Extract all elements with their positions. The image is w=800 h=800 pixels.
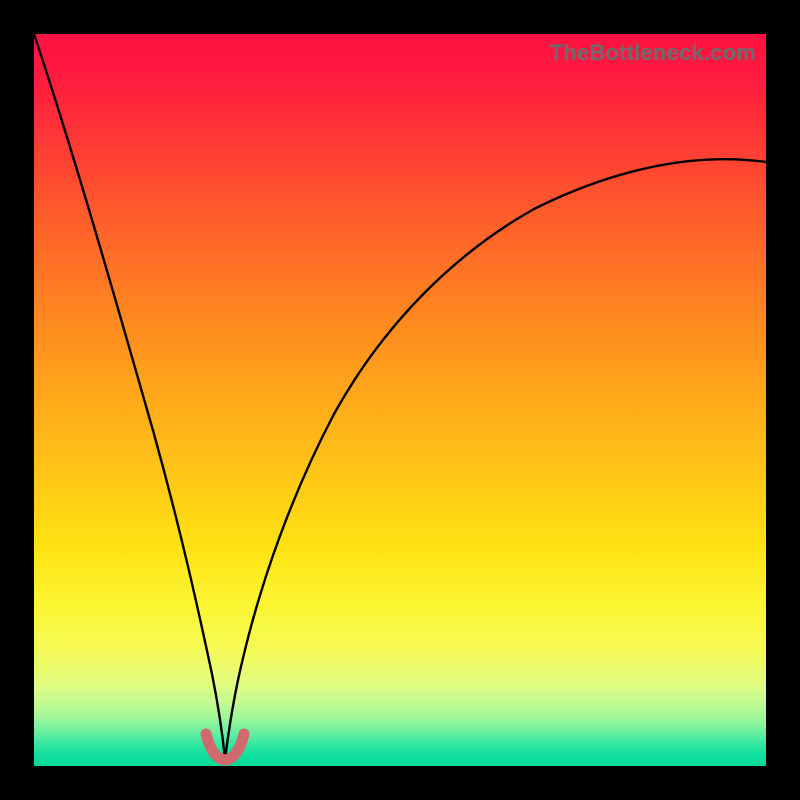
plot-area: TheBottleneck.com bbox=[34, 34, 766, 766]
valley-marker bbox=[206, 734, 244, 760]
outer-frame: TheBottleneck.com bbox=[0, 0, 800, 800]
bottleneck-curve-left bbox=[34, 34, 225, 759]
bottleneck-curve-right bbox=[225, 159, 766, 759]
curve-layer bbox=[34, 34, 766, 766]
